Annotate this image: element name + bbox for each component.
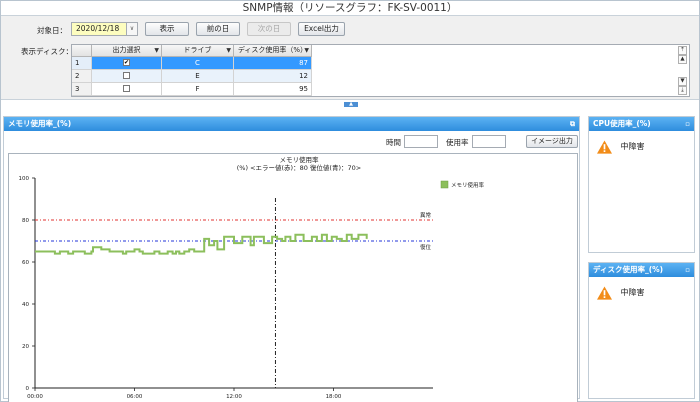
collapse-splitter-icon[interactable]: ▲ (344, 102, 358, 107)
usage-cell: 87 (234, 57, 312, 70)
prev-day-button[interactable]: 前の日 (196, 22, 240, 36)
row-number: 1 (72, 57, 92, 70)
usage-cell: 95 (234, 83, 312, 96)
memory-usage-panel: メモリ使用率_(%) ⧉ 時間 使用率 イメージ出力 メモリ使用率 (%) <エラ… (3, 116, 580, 402)
memory-usage-series-line (35, 233, 368, 255)
y-tick-label: 80 (22, 218, 29, 224)
disk-usage-panel: ディスク使用率_(%) ▫ 中障害 (588, 262, 695, 399)
y-tick-label: 100 (19, 176, 30, 182)
table-row[interactable]: 2 E 12 (72, 70, 312, 83)
warning-icon (597, 139, 612, 154)
scroll-up-icon[interactable]: ▲ (678, 55, 687, 64)
control-area: 対象日： 2020/12/18 ∨ 表示 前の日 次の日 Excel出力 表示デ… (1, 16, 699, 100)
show-button[interactable]: 表示 (145, 22, 189, 36)
y-tick-label: 20 (22, 344, 29, 350)
column-header-disk-usage[interactable]: ディスク使用率（%） ▼ (234, 45, 312, 57)
expand-icon[interactable]: ▫ (685, 263, 690, 277)
error-threshold-label: 異常 (420, 211, 432, 219)
disk-table-header: 出力選択 ▼ ドライブ ▼ ディスク使用率（%） ▼ (72, 45, 312, 57)
disk-status-text: 中障害 (620, 288, 645, 297)
popout-icon[interactable]: ⧉ (570, 117, 575, 131)
disk-label: 表示ディスク： (21, 47, 73, 56)
filter-icon[interactable]: ▼ (226, 45, 231, 56)
memory-panel-header: メモリ使用率_(%) ⧉ (4, 117, 579, 131)
row-number: 3 (72, 83, 92, 96)
y-tick-label: 0 (26, 386, 30, 392)
output-select-cell[interactable] (92, 83, 162, 96)
x-tick-label: 12:00 (226, 394, 242, 400)
date-input[interactable]: 2020/12/18 ∨ (71, 22, 138, 36)
column-header-label: 出力選択 (112, 46, 141, 54)
table-scrollbar[interactable]: ⤒ ▲ ▼ ⤓ (678, 46, 687, 96)
usage-input[interactable] (472, 135, 506, 148)
usage-cell: 12 (234, 70, 312, 83)
disk-table: 出力選択 ▼ ドライブ ▼ ディスク使用率（%） ▼ 1 ✔ C 87 2 E … (71, 44, 690, 97)
time-label: 時間 (386, 138, 401, 147)
column-header-label: ドライブ (183, 46, 212, 54)
column-header-output-select[interactable]: 出力選択 ▼ (92, 45, 162, 57)
disk-status: 中障害 (597, 285, 645, 301)
image-export-button[interactable]: イメージ出力 (526, 135, 578, 148)
output-select-cell[interactable]: ✔ (92, 57, 162, 70)
checkbox[interactable]: ✔ (123, 58, 130, 66)
checkbox[interactable] (123, 84, 130, 92)
scroll-top-icon[interactable]: ⤒ (678, 46, 687, 55)
chart-subtitle: (%) <エラー値(赤)：80 復位値(青)：70> (237, 163, 361, 172)
drive-cell: C (162, 57, 234, 70)
table-row[interactable]: 3 F 95 (72, 83, 312, 96)
warning-icon (597, 285, 612, 300)
output-select-cell[interactable] (92, 70, 162, 83)
y-tick-label: 60 (22, 260, 29, 266)
cpu-status-text: 中障害 (620, 142, 645, 151)
column-header-drive[interactable]: ドライブ ▼ (162, 45, 234, 57)
scroll-bottom-icon[interactable]: ⤓ (678, 86, 687, 95)
excel-export-button[interactable]: Excel出力 (298, 22, 345, 36)
date-value: 2020/12/18 (76, 24, 120, 33)
x-tick-label: 18:00 (326, 394, 342, 400)
usage-label: 使用率 (446, 138, 469, 147)
checkbox[interactable] (123, 71, 130, 79)
time-input[interactable] (404, 135, 438, 148)
filter-icon[interactable]: ▼ (154, 45, 159, 56)
drive-cell: F (162, 83, 234, 96)
disk-panel-header: ディスク使用率_(%) ▫ (589, 263, 694, 277)
date-label: 対象日： (37, 26, 67, 35)
memory-panel-title: メモリ使用率_(%) (8, 119, 72, 128)
row-number: 2 (72, 70, 92, 83)
window-title: SNMP情報（リソースグラフ：FK-SV-0011） (1, 1, 699, 16)
disk-panel-title: ディスク使用率_(%) (593, 265, 664, 274)
row-number-header (72, 45, 92, 57)
y-tick-label: 40 (22, 302, 29, 308)
memory-chart: メモリ使用率 (%) <エラー値(赤)：80 復位値(青)：70> 0 20 40 60 8… (8, 153, 578, 402)
next-day-button[interactable]: 次の日 (247, 22, 291, 36)
x-tick-label: 06:00 (127, 394, 143, 400)
filter-icon[interactable]: ▼ (304, 45, 309, 56)
cpu-usage-panel: CPU使用率_(%) ▫ 中障害 (588, 116, 695, 253)
cpu-panel-header: CPU使用率_(%) ▫ (589, 117, 694, 131)
legend-swatch (440, 180, 449, 189)
memory-chart-svg: メモリ使用率(%) <エラー値(赤)：80 復位値(青)：70>02040608… (19, 155, 485, 400)
x-tick-label: 00:00 (27, 394, 43, 400)
scroll-down-icon[interactable]: ▼ (678, 77, 687, 86)
cpu-status: 中障害 (597, 139, 645, 155)
column-header-label: ディスク使用率（%） (237, 46, 308, 54)
expand-icon[interactable]: ▫ (685, 117, 690, 131)
chart-title: メモリ使用率 (280, 155, 320, 164)
drive-cell: E (162, 70, 234, 83)
table-row[interactable]: 1 ✔ C 87 (72, 57, 312, 70)
cpu-panel-title: CPU使用率_(%) (593, 119, 651, 128)
memory-toolbar: 時間 使用率 イメージ出力 (4, 131, 579, 151)
recover-threshold-label: 復位 (420, 243, 432, 251)
legend-label: メモリ使用率 (451, 181, 485, 189)
chevron-down-icon[interactable]: ∨ (126, 23, 137, 35)
